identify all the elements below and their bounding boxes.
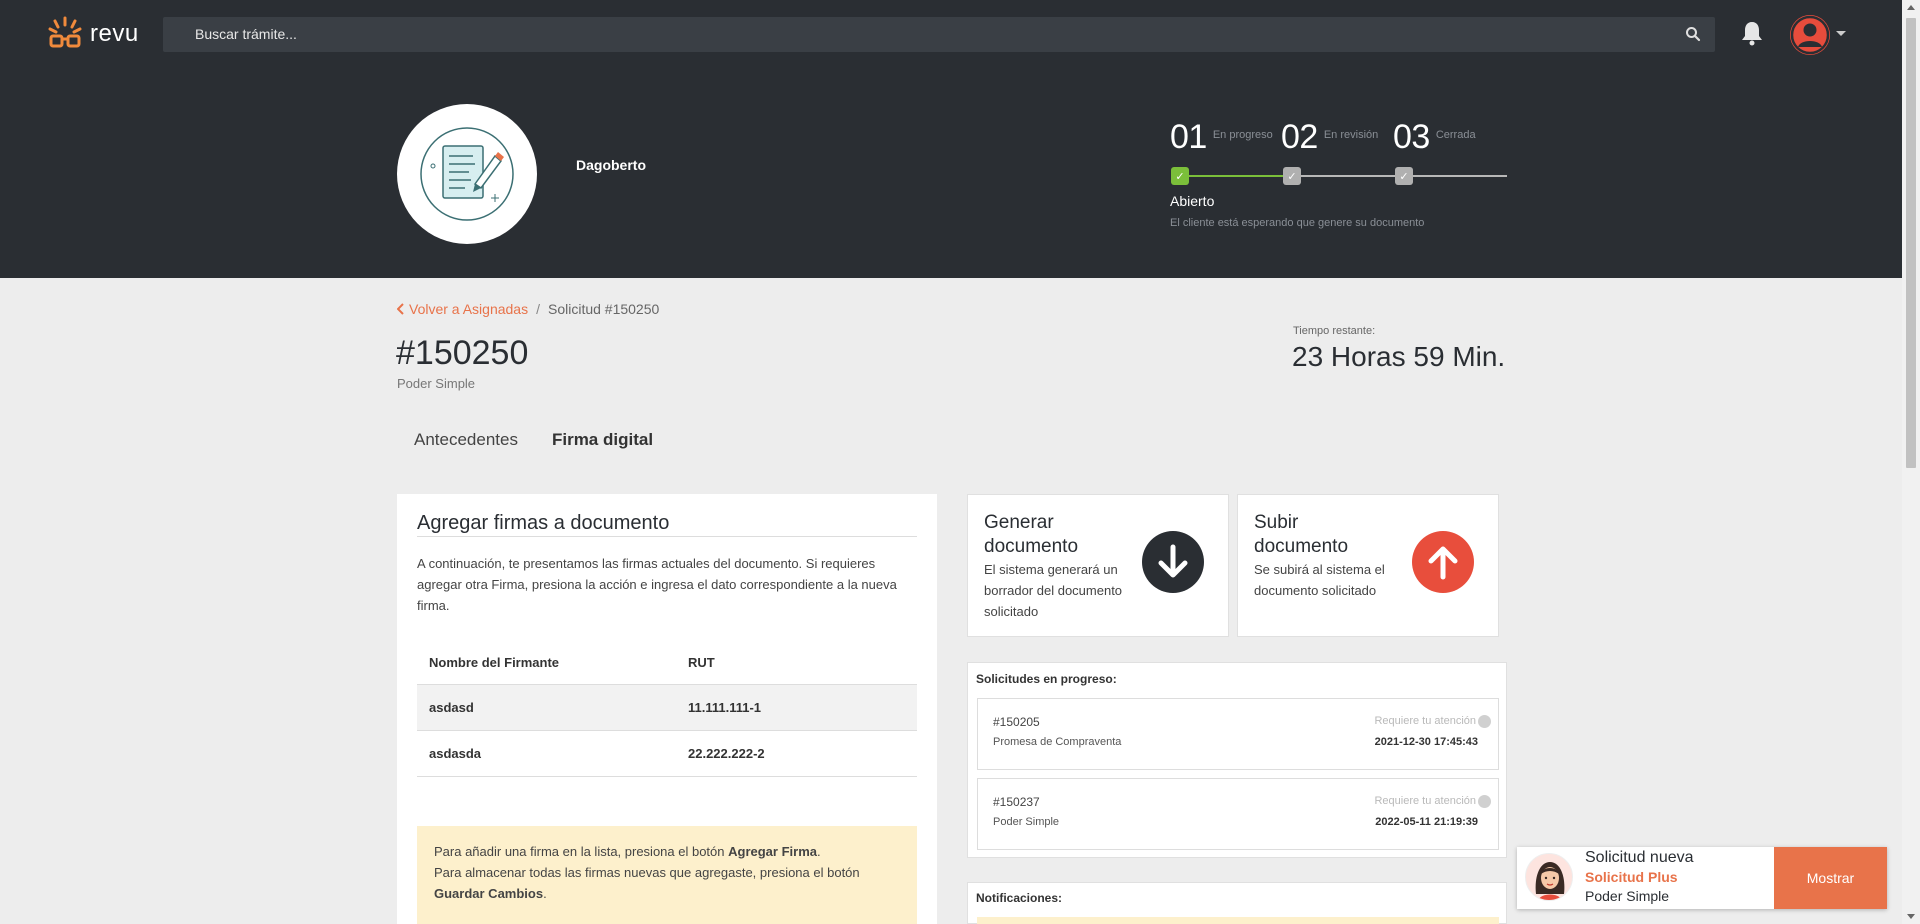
- document-illustration: [397, 104, 537, 244]
- request-id: #150250: [396, 334, 529, 372]
- list-item[interactable]: #150237 Poder Simple Requiere tu atenció…: [977, 778, 1499, 850]
- column-header-name: Nombre del Firmante: [417, 642, 676, 685]
- vertical-scrollbar[interactable]: [1902, 0, 1920, 924]
- time-remaining-label: Tiempo restante:: [1293, 325, 1376, 337]
- scroll-thumb[interactable]: [1906, 18, 1916, 468]
- arrow-down-icon: [1158, 544, 1188, 578]
- column-header-rut: RUT: [676, 642, 917, 685]
- signatures-intro: A continuación, te presentamos las firma…: [417, 556, 897, 613]
- attention-label: Requiere tu atención: [1374, 715, 1476, 727]
- step-number: 03: [1393, 118, 1430, 156]
- item-id: #150237: [993, 795, 1040, 809]
- item-date: 2022-05-11 21:19:39: [1375, 816, 1478, 828]
- table-row[interactable]: asdasda 22.222.222-2: [417, 730, 917, 777]
- notification-item: [977, 917, 1499, 924]
- scroll-down-icon[interactable]: [1907, 914, 1915, 919]
- signer-rut: 22.222.222-2: [676, 730, 917, 777]
- back-link-label: Volver a Asignadas: [409, 301, 529, 317]
- generate-document-card[interactable]: Generar documento El sistema generará un…: [967, 494, 1229, 637]
- download-button[interactable]: [1142, 531, 1204, 593]
- note-line-2: Para almacenar todas las firmas nuevas q…: [434, 865, 860, 901]
- arrow-up-icon: [1428, 546, 1458, 580]
- brand-logo[interactable]: revu: [48, 16, 139, 52]
- show-button[interactable]: Mostrar: [1774, 847, 1887, 909]
- status-dot-icon: [1478, 715, 1491, 728]
- instructions-note: Para añadir una firma en la lista, presi…: [417, 826, 917, 924]
- save-changes-ref: Guardar Cambios: [434, 886, 544, 901]
- new-request-toast: Solicitud nueva Solicitud Plus Poder Sim…: [1517, 847, 1887, 909]
- step-3: 03 Cerrada: [1393, 118, 1476, 157]
- user-avatar-icon[interactable]: [1789, 14, 1831, 56]
- in-progress-card: Solicitudes en progreso: #150205 Promesa…: [967, 662, 1507, 858]
- attention-label: Requiere tu atención: [1374, 795, 1476, 807]
- status-description: El cliente está esperando que genere su …: [1170, 217, 1425, 229]
- woman-avatar-icon: [1526, 854, 1572, 900]
- signatures-title: Agregar firmas a documento: [417, 512, 670, 534]
- add-signature-ref: Agregar Firma: [728, 844, 817, 859]
- request-type: Poder Simple: [397, 376, 476, 391]
- generate-title: Generar documento: [984, 512, 1079, 557]
- step-3-check-icon: ✓: [1395, 167, 1413, 185]
- signer-name: asdasda: [417, 730, 676, 777]
- scroll-up-icon[interactable]: [1907, 5, 1915, 10]
- tab-firma-digital[interactable]: Firma digital: [535, 426, 670, 454]
- step-2-check-icon: ✓: [1283, 167, 1301, 185]
- agent-avatar: [1525, 853, 1573, 901]
- step-label: Cerrada: [1435, 129, 1476, 141]
- step-2: 02 En revisión: [1281, 118, 1378, 157]
- back-link[interactable]: Volver a Asignadas: [396, 301, 529, 317]
- step-label: En progreso: [1212, 129, 1273, 141]
- bell-icon[interactable]: [1740, 20, 1764, 46]
- chevron-down-icon[interactable]: [1836, 31, 1846, 36]
- signatures-card: Agregar firmas a documento A continuació…: [397, 494, 937, 924]
- top-bar: revu Buscar trámite...: [0, 0, 1902, 70]
- time-remaining-value: 23 Horas 59 Min.: [1292, 341, 1506, 372]
- step-number: 01: [1170, 118, 1207, 156]
- table-header-row: Nombre del Firmante RUT: [417, 642, 917, 685]
- signer-rut: 11.111.111-1: [676, 684, 917, 731]
- progress-track-done: [1180, 175, 1292, 177]
- in-progress-title: Solicitudes en progreso:: [976, 672, 1117, 686]
- upload-document-card[interactable]: Subir documento Se subirá al sistema el …: [1237, 494, 1499, 637]
- upload-button[interactable]: [1412, 531, 1474, 593]
- toast-title: Solicitud nueva: [1585, 849, 1694, 866]
- step-number: 02: [1281, 118, 1318, 156]
- breadcrumb-separator: /: [536, 301, 540, 317]
- search-icon[interactable]: [1685, 26, 1701, 42]
- upload-title: Subir documento: [1254, 512, 1349, 557]
- status-dot-icon: [1478, 795, 1491, 808]
- divider: [417, 536, 917, 537]
- list-item[interactable]: #150205 Promesa de Compraventa Requiere …: [977, 698, 1499, 770]
- item-type: Poder Simple: [993, 816, 1060, 828]
- breadcrumb-current: Solicitud #150250: [547, 301, 660, 317]
- note-line-1: Para añadir una firma en la lista, presi…: [434, 844, 821, 859]
- tab-antecedentes[interactable]: Antecedentes: [397, 426, 535, 454]
- request-header: [0, 70, 1902, 278]
- item-date: 2021-12-30 17:45:43: [1374, 736, 1478, 748]
- step-1-check-icon: ✓: [1171, 167, 1189, 185]
- table-row[interactable]: asdasd 11.111.111-1: [417, 684, 917, 731]
- client-name: Dagoberto: [576, 157, 646, 173]
- notifications-card: Notificaciones:: [967, 882, 1507, 924]
- toast-plan: Solicitud Plus: [1585, 869, 1678, 885]
- tab-bar: Antecedentes Firma digital: [397, 426, 670, 454]
- signatures-table: Nombre del Firmante RUT asdasd 11.111.11…: [417, 642, 917, 777]
- signer-name: asdasd: [417, 684, 676, 731]
- glasses-logo-icon: [48, 16, 82, 48]
- search-bar[interactable]: Buscar trámite...: [163, 17, 1715, 52]
- document-edit-icon: [420, 127, 514, 221]
- toast-type: Poder Simple: [1585, 888, 1670, 904]
- item-id: #150205: [993, 715, 1040, 729]
- step-1: 01 En progreso: [1170, 118, 1273, 157]
- breadcrumb: Volver a Asignadas / Solicitud #150250: [396, 301, 660, 317]
- brand-name: revu: [90, 20, 139, 47]
- item-type: Promesa de Compraventa: [993, 736, 1122, 748]
- step-label: En revisión: [1323, 129, 1379, 141]
- search-input[interactable]: Buscar trámite...: [195, 26, 297, 42]
- status-title: Abierto: [1170, 193, 1215, 209]
- generate-description: El sistema generará un borrador del docu…: [984, 562, 1123, 619]
- chevron-left-icon: [396, 303, 404, 315]
- upload-description: Se subirá al sistema el documento solici…: [1254, 562, 1385, 598]
- notifications-title: Notificaciones:: [976, 891, 1063, 905]
